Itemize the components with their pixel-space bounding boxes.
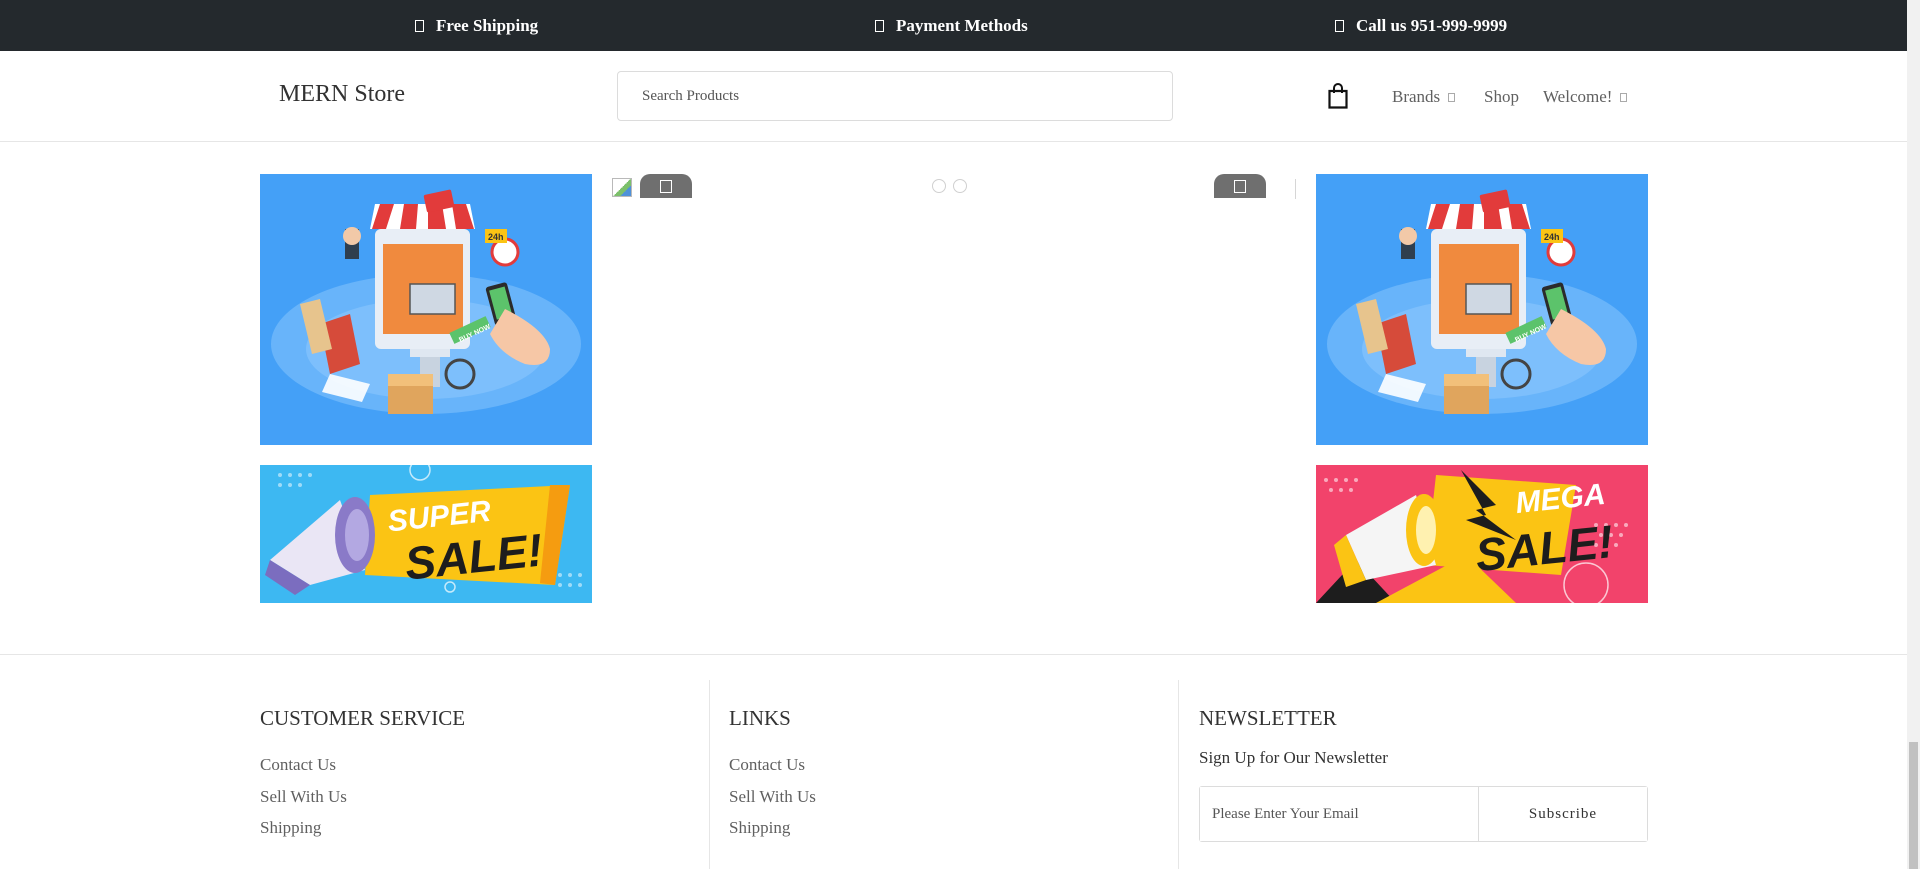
- carousel-prev-button[interactable]: [640, 174, 692, 198]
- banner-super-sale[interactable]: SUPER SALE!: [260, 465, 592, 603]
- banner-mega-sale[interactable]: MEGA SALE!: [1316, 465, 1648, 603]
- banner-online-shop-right[interactable]: 24h BUY NOW: [1316, 174, 1648, 445]
- footer-link-sell-with-us[interactable]: Sell With Us: [729, 781, 816, 813]
- scene-badge-text: 24h: [488, 232, 504, 242]
- mega-sale-illustration: MEGA SALE!: [1316, 470, 1628, 603]
- footer-link-contact-us[interactable]: Contact Us: [729, 749, 816, 781]
- newsletter-title: NEWSLETTER: [1199, 706, 1337, 730]
- footer-divider: [0, 654, 1907, 655]
- footer-column-divider: [1178, 680, 1179, 869]
- customer-service-title: CUSTOMER SERVICE: [260, 706, 466, 730]
- payment-methods-item: Payment Methods: [875, 0, 1028, 51]
- footer-link-shipping[interactable]: Shipping: [729, 812, 816, 844]
- newsletter-subtitle: Sign Up for Our Newsletter: [1199, 748, 1388, 767]
- nav-shop[interactable]: Shop: [1484, 87, 1519, 107]
- online-shop-illustration: 24h BUY NOW: [1327, 189, 1637, 414]
- footer-link-contact-us[interactable]: Contact Us: [260, 749, 465, 781]
- arrow-left-icon: [660, 179, 672, 193]
- subscribe-button[interactable]: Subscribe: [1479, 787, 1647, 841]
- online-shop-illustration: 24h BUY NOW: [271, 189, 581, 414]
- divider: [1295, 179, 1296, 199]
- scene-badge-text: 24h: [1544, 232, 1560, 242]
- super-sale-illustration: SUPER SALE!: [265, 465, 582, 595]
- credit-card-icon: [875, 19, 884, 32]
- footer-column-divider: [709, 680, 710, 869]
- payment-methods-label: Payment Methods: [896, 15, 1028, 35]
- nav-welcome-label: Welcome!: [1543, 87, 1613, 106]
- carousel-dot[interactable]: [953, 179, 967, 193]
- arrow-right-icon: [1234, 179, 1246, 193]
- chevron-down-icon: [1448, 92, 1456, 102]
- banner-online-shop-left[interactable]: 24h BUY NOW: [260, 174, 592, 445]
- scrollbar-thumb[interactable]: [1909, 742, 1918, 869]
- carousel: [612, 174, 1296, 204]
- nav-welcome[interactable]: Welcome!: [1543, 87, 1628, 107]
- search-input[interactable]: [617, 71, 1173, 121]
- free-shipping-label: Free Shipping: [436, 15, 539, 35]
- free-shipping-item: Free Shipping: [415, 0, 538, 51]
- footer-links: LINKS Contact Us Sell With Us Shipping: [729, 680, 816, 844]
- call-us-item: Call us 951-999-9999: [1335, 0, 1507, 51]
- footer-newsletter: NEWSLETTER Sign Up for Our Newsletter Su…: [1199, 680, 1648, 842]
- nav-brands-label: Brands: [1392, 87, 1441, 106]
- carousel-next-button[interactable]: [1214, 174, 1266, 198]
- footer-link-shipping[interactable]: Shipping: [260, 812, 465, 844]
- store-logo[interactable]: MERN Store: [279, 81, 405, 108]
- top-bar: Free Shipping Payment Methods Call us 95…: [0, 0, 1907, 51]
- nav-brands[interactable]: Brands: [1392, 87, 1456, 107]
- call-us-label: Call us 951-999-9999: [1356, 15, 1508, 35]
- links-title: LINKS: [729, 706, 791, 730]
- footer-link-sell-with-us[interactable]: Sell With Us: [260, 781, 465, 813]
- phone-icon: [1335, 19, 1344, 32]
- newsletter-form: Subscribe: [1199, 786, 1648, 842]
- carousel-dot[interactable]: [932, 179, 946, 193]
- broken-image-icon: [612, 178, 632, 197]
- shopping-bag-icon[interactable]: [1328, 83, 1348, 109]
- header: MERN Store Brands Shop Welcome!: [0, 51, 1907, 142]
- chevron-down-icon: [1620, 92, 1628, 102]
- footer-customer-service: CUSTOMER SERVICE Contact Us Sell With Us…: [260, 680, 465, 844]
- nav-shop-label: Shop: [1484, 87, 1519, 106]
- truck-icon: [415, 19, 424, 32]
- newsletter-email-input[interactable]: [1200, 787, 1479, 841]
- scrollbar-track[interactable]: [1907, 0, 1920, 869]
